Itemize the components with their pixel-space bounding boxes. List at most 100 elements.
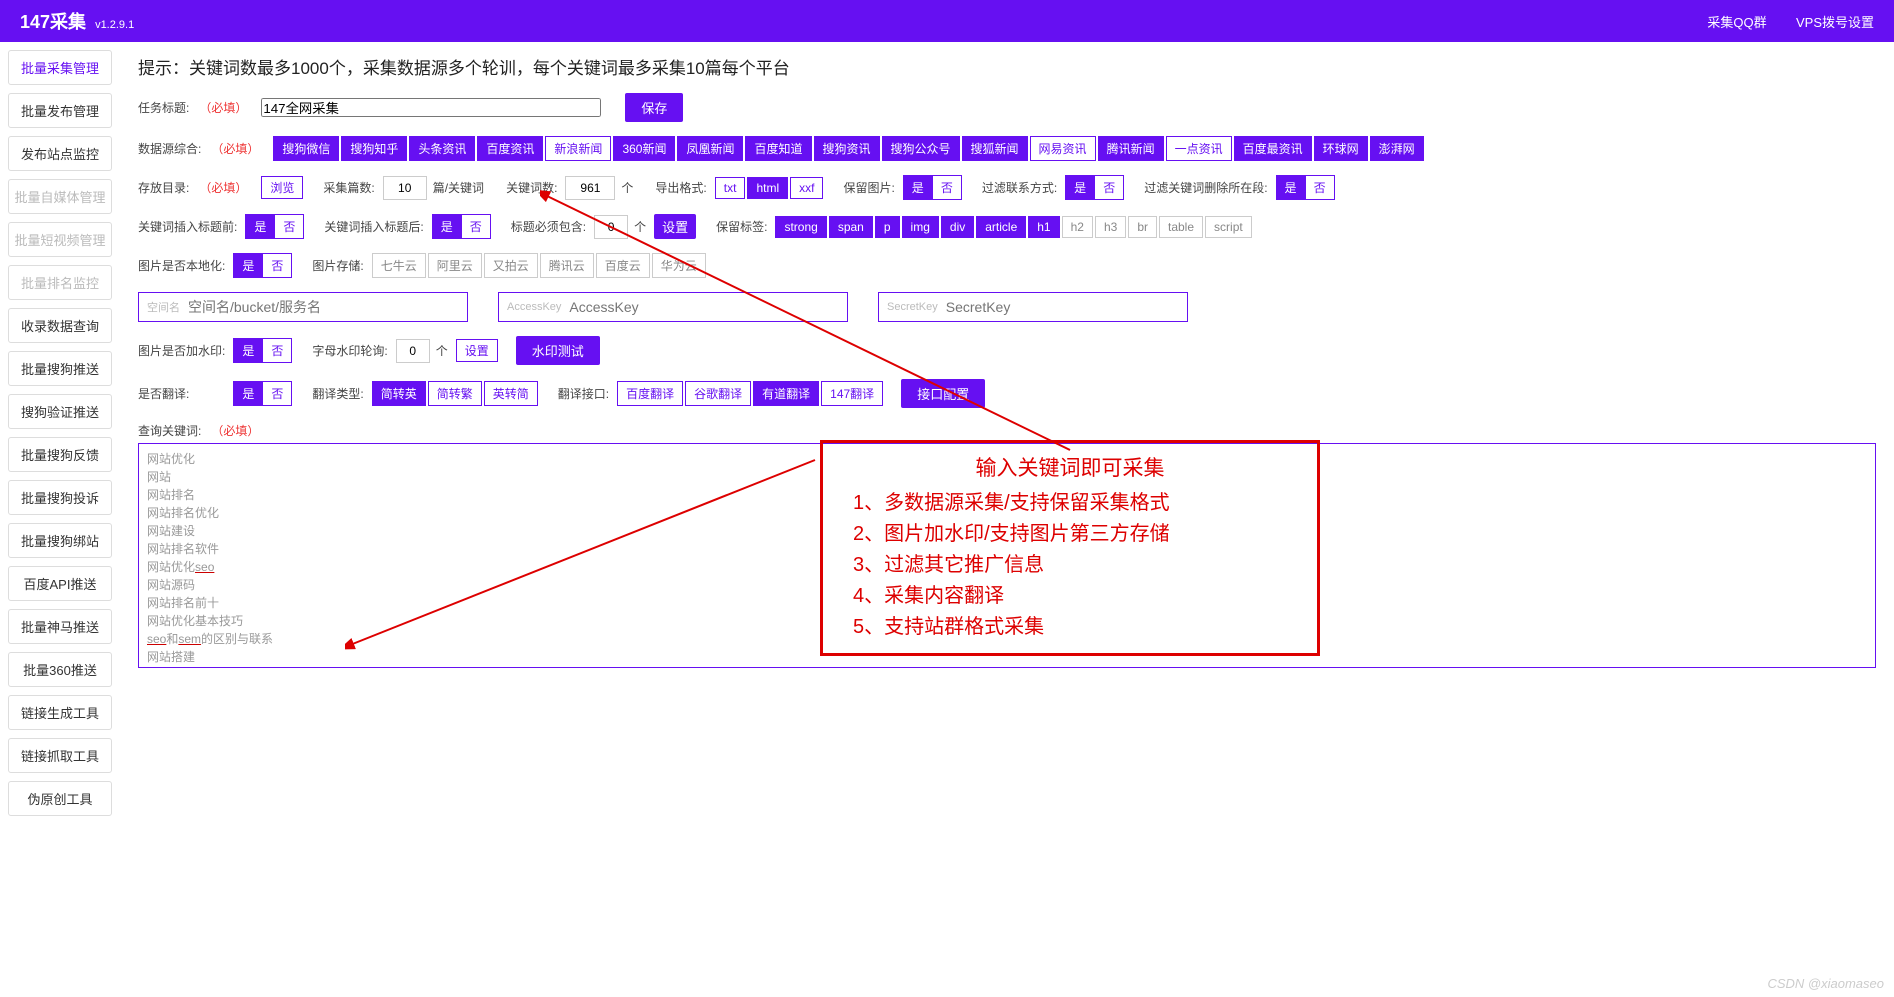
keyword-textarea[interactable]: 网站优化网站网站排名网站排名优化网站建设网站排名软件网站优化seo网站源码网站排…: [138, 443, 1876, 668]
option-tag[interactable]: html: [747, 177, 788, 199]
browse-button[interactable]: 浏览: [261, 176, 303, 199]
sidebar-item[interactable]: 链接生成工具: [8, 695, 112, 730]
trans-label: 是否翻译:: [138, 385, 189, 402]
after-toggle[interactable]: 是否: [432, 214, 491, 239]
sidebar-item[interactable]: 收录数据查询: [8, 308, 112, 343]
sources-label: 数据源综合:: [138, 140, 201, 157]
contact-toggle[interactable]: 是否: [1065, 175, 1124, 200]
option-tag[interactable]: 有道翻译: [753, 381, 819, 406]
wmrot-unit: 个: [436, 342, 448, 359]
option-tag[interactable]: 百度云: [596, 253, 650, 278]
sidebar-item[interactable]: 批量自媒体管理: [8, 179, 112, 214]
option-tag[interactable]: span: [829, 216, 873, 238]
wmrot-label: 字母水印轮询:: [312, 342, 387, 359]
sidebar-item[interactable]: 批量搜狗投诉: [8, 480, 112, 515]
filterkw-toggle[interactable]: 是否: [1276, 175, 1335, 200]
wm-test-button[interactable]: 水印测试: [516, 336, 600, 365]
option-tag[interactable]: h2: [1062, 216, 1093, 238]
option-tag[interactable]: 简转英: [372, 381, 426, 406]
option-tag[interactable]: 谷歌翻译: [685, 381, 751, 406]
sidebar-item[interactable]: 搜狗验证推送: [8, 394, 112, 429]
kw-label: 查询关键词:: [138, 422, 201, 439]
option-tag[interactable]: 七牛云: [372, 253, 426, 278]
count-input[interactable]: [383, 176, 427, 200]
must-label: 标题必须包含:: [511, 218, 586, 235]
option-tag[interactable]: p: [875, 216, 900, 238]
option-tag[interactable]: 腾讯云: [540, 253, 594, 278]
option-tag[interactable]: 百度翻译: [617, 381, 683, 406]
option-tag[interactable]: br: [1128, 216, 1157, 238]
sidebar-item[interactable]: 批量搜狗绑站: [8, 523, 112, 558]
link-qq[interactable]: 采集QQ群: [1707, 15, 1766, 30]
option-tag[interactable]: 环球网: [1314, 136, 1368, 161]
option-tag[interactable]: 搜狗微信: [273, 136, 339, 161]
option-tag[interactable]: 英转简: [484, 381, 538, 406]
must-input[interactable]: [594, 215, 628, 239]
must-set-button[interactable]: 设置: [654, 214, 696, 239]
option-tag[interactable]: 华为云: [652, 253, 706, 278]
option-tag[interactable]: script: [1205, 216, 1252, 238]
count-unit: 篇/关键词: [433, 179, 484, 196]
option-tag[interactable]: 凤凰新闻: [677, 136, 743, 161]
sidebar-item[interactable]: 批量搜狗反馈: [8, 437, 112, 472]
api-config-button[interactable]: 接口配置: [901, 379, 985, 408]
option-tag[interactable]: 百度资讯: [477, 136, 543, 161]
option-tag[interactable]: 搜狗知乎: [341, 136, 407, 161]
option-tag[interactable]: 360新闻: [613, 136, 675, 161]
keepimg-toggle[interactable]: 是否: [903, 175, 962, 200]
accesskey-field[interactable]: AccessKey: [498, 292, 848, 322]
space-field[interactable]: 空间名: [138, 292, 468, 322]
transapi-label: 翻译接口:: [558, 385, 609, 402]
option-tag[interactable]: 147翻译: [821, 381, 883, 406]
option-tag[interactable]: 百度知道: [745, 136, 811, 161]
sidebar-item[interactable]: 批量发布管理: [8, 93, 112, 128]
option-tag[interactable]: img: [902, 216, 939, 238]
sidebar-item[interactable]: 批量搜狗推送: [8, 351, 112, 386]
trans-toggle[interactable]: 是否: [233, 381, 292, 406]
sidebar-item[interactable]: 批量采集管理: [8, 50, 112, 85]
option-tag[interactable]: 澎湃网: [1370, 136, 1424, 161]
option-tag[interactable]: 又拍云: [484, 253, 538, 278]
option-tag[interactable]: 一点资讯: [1166, 136, 1232, 161]
wm-toggle[interactable]: 是否: [233, 338, 292, 363]
option-tag[interactable]: 网易资讯: [1030, 136, 1096, 161]
option-tag[interactable]: article: [976, 216, 1026, 238]
wm-set-button[interactable]: 设置: [456, 339, 498, 362]
link-vps[interactable]: VPS拨号设置: [1796, 15, 1874, 30]
sidebar-item[interactable]: 伪原创工具: [8, 781, 112, 816]
sidebar-item[interactable]: 百度API推送: [8, 566, 112, 601]
sidebar-item[interactable]: 批量神马推送: [8, 609, 112, 644]
imglocal-toggle[interactable]: 是否: [233, 253, 292, 278]
option-tag[interactable]: strong: [775, 216, 826, 238]
option-tag[interactable]: 百度最资讯: [1234, 136, 1312, 161]
option-tag[interactable]: h3: [1095, 216, 1126, 238]
sidebar-item[interactable]: 批量排名监控: [8, 265, 112, 300]
wm-label: 图片是否加水印:: [138, 342, 225, 359]
secretkey-field[interactable]: SecretKey: [878, 292, 1188, 322]
option-tag[interactable]: 阿里云: [428, 253, 482, 278]
row-watermark: 图片是否加水印: 是否 字母水印轮询: 个 设置 水印测试: [138, 336, 1876, 365]
save-button[interactable]: 保存: [625, 93, 683, 122]
option-tag[interactable]: 新浪新闻: [545, 136, 611, 161]
task-title-input[interactable]: [261, 98, 601, 117]
option-tag[interactable]: div: [941, 216, 974, 238]
kwcount-input[interactable]: [565, 176, 615, 200]
sidebar-item[interactable]: 发布站点监控: [8, 136, 112, 171]
sidebar-item[interactable]: 批量短视频管理: [8, 222, 112, 257]
app-title: 147采集 v1.2.9.1: [20, 8, 134, 34]
option-tag[interactable]: xxf: [790, 177, 823, 199]
option-tag[interactable]: table: [1159, 216, 1203, 238]
option-tag[interactable]: txt: [715, 177, 746, 199]
option-tag[interactable]: 搜狐新闻: [962, 136, 1028, 161]
before-toggle[interactable]: 是否: [245, 214, 304, 239]
option-tag[interactable]: 搜狗公众号: [882, 136, 960, 161]
option-tag[interactable]: h1: [1028, 216, 1059, 238]
option-tag[interactable]: 简转繁: [428, 381, 482, 406]
wmrot-input[interactable]: [396, 339, 430, 363]
option-tag[interactable]: 头条资讯: [409, 136, 475, 161]
task-label: 任务标题:: [138, 99, 189, 116]
sidebar-item[interactable]: 链接抓取工具: [8, 738, 112, 773]
sidebar-item[interactable]: 批量360推送: [8, 652, 112, 687]
option-tag[interactable]: 腾讯新闻: [1098, 136, 1164, 161]
option-tag[interactable]: 搜狗资讯: [814, 136, 880, 161]
